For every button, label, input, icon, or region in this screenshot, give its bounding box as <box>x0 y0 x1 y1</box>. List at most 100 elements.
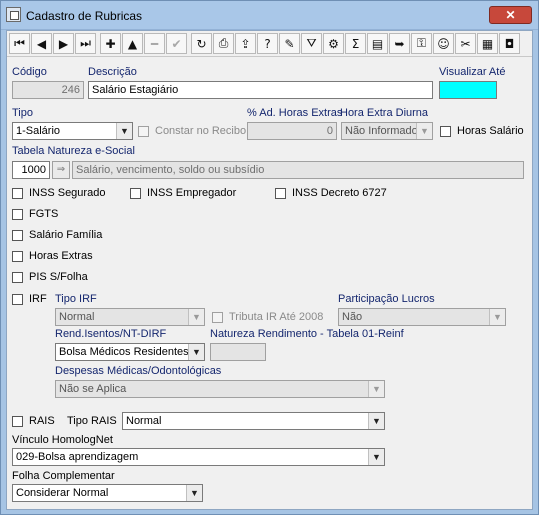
vinculo-homolognet-label: Vínculo HomologNet <box>12 434 113 446</box>
post-button[interactable]: ✔ <box>166 33 187 54</box>
folha-complementar-select[interactable]: Considerar Normal ▼ <box>12 484 203 502</box>
rend-isentos-label: Rend.Isentos/NT-DIRF <box>55 328 167 340</box>
delete-button[interactable]: ▲ <box>122 33 143 54</box>
constar-recibo-checkbox[interactable]: Constar no Recibo <box>138 125 246 137</box>
chevron-down-icon[interactable]: ▼ <box>368 381 384 397</box>
tabela-natureza-label: Tabela Natureza e-Social <box>12 145 135 157</box>
constar-recibo-label: Constar no Recibo <box>155 125 247 137</box>
hora-extra-diurna-value: Não Informado <box>345 125 418 137</box>
report-button[interactable]: ▤ <box>367 33 388 54</box>
chevron-down-icon[interactable]: ▼ <box>489 309 505 325</box>
query-button[interactable]: ⚙ <box>323 33 344 54</box>
key-button[interactable]: ⚿ <box>411 33 432 54</box>
folha-complementar-label: Folha Complementar <box>12 470 115 482</box>
help-button[interactable]: ? <box>257 33 278 54</box>
pct-horas-extras-field[interactable]: 0 <box>247 122 337 140</box>
descricao-label: Descrição <box>88 66 137 78</box>
checkbox-box <box>440 125 451 137</box>
horas-salario-checkbox[interactable]: Horas Salário <box>440 125 524 137</box>
checkbox-box <box>12 293 23 305</box>
calendar-button[interactable]: ▦ <box>477 33 498 54</box>
refresh-button[interactable]: ↻ <box>191 33 212 54</box>
chevron-down-icon[interactable]: ▼ <box>188 309 204 325</box>
rais-checkbox[interactable]: RAIS <box>12 415 55 427</box>
cancel-edit-button[interactable]: ━ <box>144 33 165 54</box>
inss-decreto-label: INSS Decreto 6727 <box>292 187 387 199</box>
insert-button[interactable]: ✚ <box>100 33 121 54</box>
form-client-area: ⏮ ◀ ▶ ⏭ ✚ ▲ ━ ✔ ↻ ⎙ ⇪? ✎ ⛛ ⚙ Σ ▤ ➥ ⚿ ☺ ✂ ▦ ◘ Código 246 Descr… <box>6 30 533 510</box>
chevron-down-icon[interactable]: ▼ <box>186 485 202 501</box>
next-record-button[interactable]: ▶ <box>53 33 74 54</box>
inss-empregador-label: INSS Empregador <box>147 187 237 199</box>
tipo-rais-value: Normal <box>126 415 162 427</box>
visualizar-ate-field[interactable] <box>439 81 497 99</box>
users-button[interactable]: ☺ <box>433 33 454 54</box>
export-button[interactable]: ⇪ <box>235 33 256 54</box>
tipo-select[interactable]: 1-Salário ▼ <box>12 122 133 140</box>
checkbox-box <box>12 415 23 427</box>
rais-label: RAIS <box>29 415 55 427</box>
tipo-rais-select[interactable]: Normal ▼ <box>122 412 385 430</box>
codigo-field[interactable]: 246 <box>12 81 84 99</box>
horas-extras-checkbox[interactable]: Horas Extras <box>12 250 93 262</box>
chevron-down-icon[interactable]: ▼ <box>116 123 132 139</box>
descricao-field[interactable]: Salário Estagiário <box>88 81 433 99</box>
pis-checkbox[interactable]: PIS S/Folha <box>12 271 88 283</box>
checkbox-box <box>138 125 149 137</box>
participacao-lucros-label: Participação Lucros <box>338 293 435 305</box>
checkbox-box <box>12 250 23 262</box>
inss-segurado-checkbox[interactable]: INSS Segurado <box>12 187 105 199</box>
inss-segurado-label: INSS Segurado <box>29 187 106 199</box>
chevron-down-icon[interactable]: ▼ <box>416 123 432 139</box>
close-window-button[interactable]: ✕ <box>489 6 532 24</box>
sum-button[interactable]: Σ <box>345 33 366 54</box>
chevron-down-icon[interactable]: ▼ <box>188 344 204 360</box>
irf-checkbox[interactable]: IRF <box>12 293 47 305</box>
visualizar-ate-label: Visualizar Até <box>439 66 506 78</box>
title-bar[interactable]: Cadastro de Rubricas ✕ <box>1 1 538 30</box>
participacao-lucros-select[interactable]: Não ▼ <box>338 308 506 326</box>
checkbox-box <box>12 271 23 283</box>
rend-isentos-select[interactable]: Bolsa Médicos Residentes ▼ <box>55 343 205 361</box>
tipo-irf-select[interactable]: Normal ▼ <box>55 308 205 326</box>
lookup-icon[interactable]: ⇒ <box>52 161 70 179</box>
formula-button[interactable]: ✎ <box>279 33 300 54</box>
despesas-medicas-select[interactable]: Não se Aplica ▼ <box>55 380 385 398</box>
previous-record-button[interactable]: ◀ <box>31 33 52 54</box>
natureza-rendimento-field[interactable] <box>210 343 266 361</box>
navigator-toolbar: ⏮ ◀ ▶ ⏭ ✚ ▲ ━ ✔ ↻ ⎙ ⇪? ✎ ⛛ ⚙ Σ ▤ ➥ ⚿ ☺ ✂ ▦ ◘ <box>7 31 532 57</box>
despesas-medicas-label: Despesas Médicas/Odontológicas <box>55 365 222 377</box>
checkbox-box <box>12 187 23 199</box>
tabela-natureza-code-field[interactable]: 1000 <box>12 161 50 179</box>
fgts-checkbox[interactable]: FGTS <box>12 208 58 220</box>
despesas-medicas-value: Não se Aplica <box>59 383 127 395</box>
salario-familia-checkbox[interactable]: Salário Família <box>12 229 102 241</box>
print-button[interactable]: ⎙ <box>213 33 234 54</box>
window-title: Cadastro de Rubricas <box>26 9 143 23</box>
inss-empregador-checkbox[interactable]: INSS Empregador <box>130 187 236 199</box>
hora-extra-diurna-label: Hora Extra Diurna <box>340 107 429 119</box>
hora-extra-diurna-select[interactable]: Não Informado ▼ <box>341 122 433 140</box>
tipo-value: 1-Salário <box>16 125 61 137</box>
filter-button[interactable]: ⛛ <box>301 33 322 54</box>
horas-salario-label: Horas Salário <box>457 125 524 137</box>
inss-decreto-checkbox[interactable]: INSS Decreto 6727 <box>275 187 387 199</box>
natureza-rendimento-label: Natureza Rendimento - Tabela 01-Reinf <box>210 328 404 340</box>
tributa-ir-checkbox[interactable]: Tributa IR Até 2008 <box>212 311 323 323</box>
chevron-down-icon[interactable]: ▼ <box>368 413 384 429</box>
last-record-button[interactable]: ⏭ <box>75 33 96 54</box>
participacao-lucros-value: Não <box>342 311 363 323</box>
setup-button[interactable]: ✂ <box>455 33 476 54</box>
pis-label: PIS S/Folha <box>29 271 88 283</box>
exit-button[interactable]: ➥ <box>389 33 410 54</box>
salario-familia-label: Salário Família <box>29 229 103 241</box>
first-record-button[interactable]: ⏮ <box>9 33 30 54</box>
chevron-down-icon[interactable]: ▼ <box>368 449 384 465</box>
checkbox-box <box>130 187 141 199</box>
rend-isentos-value: Bolsa Médicos Residentes <box>59 346 189 358</box>
app-icon <box>6 7 21 22</box>
close-form-button[interactable]: ◘ <box>499 33 520 54</box>
vinculo-homolognet-select[interactable]: 029-Bolsa aprendizagem ▼ <box>12 448 385 466</box>
pct-horas-extras-label: % Ad. Horas Extras <box>247 107 343 119</box>
horas-extras-label: Horas Extras <box>29 250 93 262</box>
